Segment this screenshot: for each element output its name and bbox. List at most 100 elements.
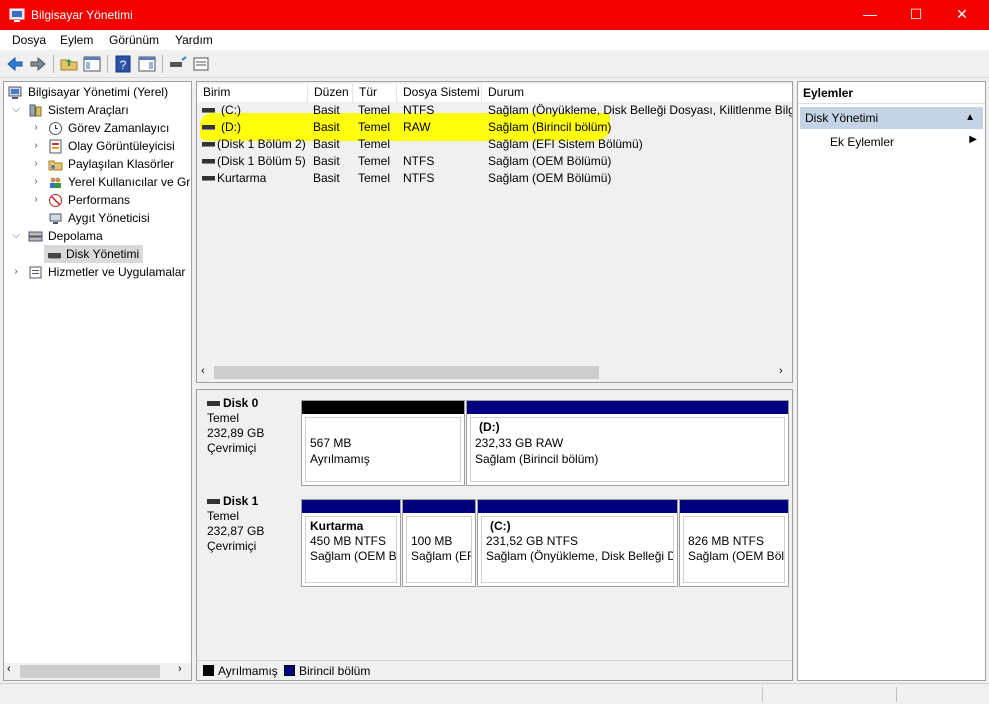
clock-icon (49, 122, 62, 135)
partition-size: 232,33 GB RAW (475, 436, 564, 450)
menu-file[interactable]: Dosya (12, 33, 46, 47)
partition-unallocated[interactable]: 567 MB Ayrılmamış (301, 400, 465, 486)
shared-folder-icon (48, 160, 63, 171)
tree-horizontal-scrollbar[interactable]: ‹ › (4, 663, 191, 680)
connect-disk-icon[interactable] (168, 54, 188, 74)
table-row[interactable]: Kurtarma Basit Temel NTFS Sağlam (OEM Bö… (197, 170, 792, 187)
volume-status: Sağlam (OEM Bölümü) (488, 171, 612, 185)
tree-item-local-users[interactable]: › Yerel Kullanıcılar ve Gru (7, 173, 190, 191)
partition-title: (D:) (479, 420, 500, 434)
scroll-left-icon[interactable]: ‹ (7, 663, 11, 675)
back-arrow-icon[interactable] (5, 54, 25, 74)
tree-item-root[interactable]: Bilgisayar Yönetimi (Yerel) (7, 83, 190, 101)
table-row[interactable]: (D:) Basit Temel RAW Sağlam (Birincil bö… (197, 119, 792, 136)
toolbar-separator (162, 55, 163, 73)
tree-item-storage[interactable]: ⌵ Depolama (7, 227, 190, 245)
properties-icon[interactable] (191, 54, 211, 74)
scroll-right-icon[interactable]: › (779, 365, 783, 377)
volume-layout: Basit (313, 137, 340, 151)
volume-type: Temel (358, 137, 391, 151)
chevron-down-icon[interactable]: ⌵ (11, 101, 21, 119)
tree-item-disk-management[interactable]: Disk Yönetimi (44, 245, 143, 263)
column-header-type[interactable]: Tür (353, 84, 397, 102)
up-folder-icon[interactable] (59, 54, 79, 74)
tree-item-services[interactable]: › Hizmetler ve Uygulamalar (7, 263, 190, 281)
scroll-left-icon[interactable]: ‹ (201, 365, 205, 377)
status-bar (0, 683, 989, 704)
tree-item-task-scheduler[interactable]: › Görev Zamanlayıcı (7, 119, 190, 137)
tree-label: Bilgisayar Yönetimi (Yerel) (28, 85, 169, 99)
actions-group-disk-management[interactable]: Disk Yönetimi ▲ (800, 107, 983, 129)
partition-size: 567 MB (310, 436, 352, 450)
close-button[interactable]: ✕ (939, 0, 985, 30)
title-bar: Bilgisayar Yönetimi — ☐ ✕ (0, 0, 989, 30)
partition-body: 826 MB NTFS Sağlam (OEM Bölü (683, 516, 785, 583)
scrollbar-thumb[interactable] (214, 366, 599, 379)
partition-color-bar (478, 500, 677, 513)
scroll-right-icon[interactable]: › (178, 663, 182, 675)
storage-icon (28, 231, 43, 242)
status-divider (762, 687, 763, 702)
submenu-arrow-icon: ▶ (969, 134, 977, 145)
more-actions-item[interactable]: Ek Eylemler ▶ (800, 132, 983, 152)
menu-help[interactable]: Yardım (175, 33, 213, 47)
help-icon[interactable]: ? (113, 54, 133, 74)
show-hide-tree-icon[interactable] (82, 54, 102, 74)
legend-label: Ayrılmamış (218, 664, 278, 678)
partition-body: (D:) 232,33 GB RAW Sağlam (Birincil bölü… (470, 417, 785, 482)
partition-status: Ayrılmamış (310, 452, 370, 466)
legend-swatch-primary (284, 665, 295, 676)
chevron-down-icon[interactable]: ⌵ (11, 227, 21, 245)
chevron-right-icon[interactable]: › (31, 137, 41, 155)
disk-0-label[interactable]: Disk 0 Temel 232,89 GB Çevrimiçi (199, 396, 302, 486)
maximize-button[interactable]: ☐ (893, 0, 939, 30)
volume-type: Temel (358, 120, 391, 134)
scrollbar-thumb[interactable] (20, 665, 160, 678)
minimize-button[interactable]: — (847, 0, 893, 30)
column-header-volume[interactable]: Birim (197, 84, 308, 102)
partition-d[interactable]: (D:) 232,33 GB RAW Sağlam (Birincil bölü… (466, 400, 789, 486)
tree-item-event-viewer[interactable]: › Olay Görüntüleyicisi (7, 137, 190, 155)
partition-recovery[interactable]: Kurtarma 450 MB NTFS Sağlam (OEM Bı (301, 499, 401, 587)
table-row[interactable]: (Disk 1 Bölüm 2) Basit Temel Sağlam (EFI… (197, 136, 792, 153)
tree-item-shared-folders[interactable]: › Paylaşılan Klasörler (7, 155, 190, 173)
column-header-layout[interactable]: Düzen (308, 84, 353, 102)
partition-color-bar (467, 401, 788, 414)
table-row[interactable]: (Disk 1 Bölüm 5) Basit Temel NTFS Sağlam… (197, 153, 792, 170)
chevron-right-icon[interactable]: › (31, 119, 41, 137)
services-icon (29, 266, 42, 279)
show-hide-action-pane-icon[interactable] (137, 54, 157, 74)
partition-c[interactable]: (C:) 231,52 GB NTFS Sağlam (Önyükleme, D… (477, 499, 678, 587)
tree-item-performance[interactable]: › Performans (7, 191, 190, 209)
partition-oem[interactable]: 826 MB NTFS Sağlam (OEM Bölü (679, 499, 789, 587)
partition-status: Sağlam (OEM Bölü (688, 549, 785, 563)
chevron-right-icon[interactable]: › (31, 173, 41, 191)
volume-list: Birim Düzen Tür Dosya Sistemi Durum (C:)… (196, 81, 793, 383)
tree-item-device-manager[interactable]: Aygıt Yöneticisi (7, 209, 190, 227)
chevron-right-icon[interactable]: › (11, 263, 21, 281)
tree-label: Disk Yönetimi (66, 247, 140, 261)
toolbar-separator (53, 55, 54, 73)
partition-status: Sağlam (OEM Bı (310, 549, 397, 563)
actions-pane: Eylemler Disk Yönetimi ▲ Ek Eylemler ▶ (797, 81, 986, 681)
chevron-right-icon[interactable]: › (31, 191, 41, 209)
table-row[interactable]: (C:) Basit Temel NTFS Sağlam (Önyükleme,… (197, 102, 792, 119)
column-header-file-system[interactable]: Dosya Sistemi (397, 84, 482, 102)
partition-size: 450 MB NTFS (310, 534, 387, 548)
event-log-icon (49, 139, 62, 154)
tree-item-system-tools[interactable]: ⌵ Sistem Araçları (7, 101, 190, 119)
volume-list-horizontal-scrollbar[interactable]: ‹ › (197, 364, 792, 381)
volume-name: Kurtarma (217, 171, 267, 185)
menu-action[interactable]: Eylem (60, 33, 93, 47)
menu-view[interactable]: Görünüm (109, 33, 159, 47)
collapse-up-icon[interactable]: ▲ (965, 107, 975, 129)
column-header-status[interactable]: Durum (482, 84, 792, 102)
partition-status: Sağlam (Önyükleme, Disk Belleği Dı (486, 549, 674, 563)
disk-1-label[interactable]: Disk 1 Temel 232,87 GB Çevrimiçi (199, 494, 302, 590)
legend-swatch-unallocated (203, 665, 214, 676)
chevron-right-icon[interactable]: › (31, 155, 41, 173)
forward-arrow-icon[interactable] (28, 54, 48, 74)
disk-status: Çevrimiçi (207, 539, 257, 553)
partition-efi[interactable]: 100 MB Sağlam (EF (402, 499, 476, 587)
volume-name: (C:) (221, 103, 241, 117)
